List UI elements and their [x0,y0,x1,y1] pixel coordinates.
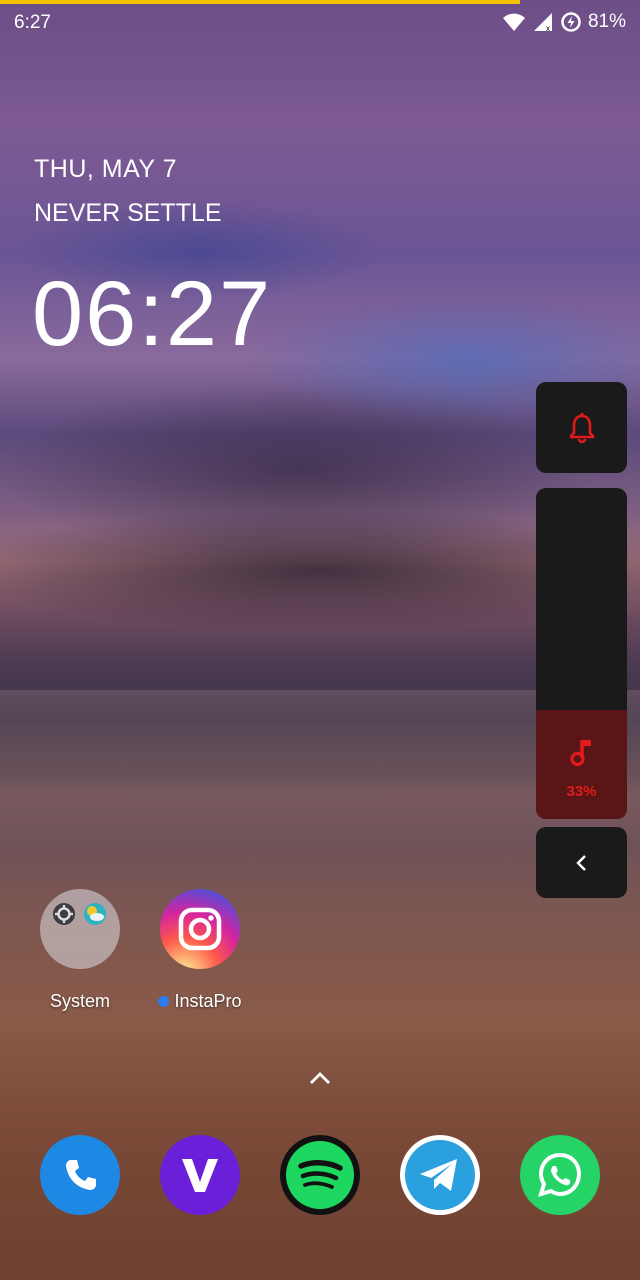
phone-icon [66,1160,96,1190]
volume-collapse-button[interactable] [536,827,627,898]
status-bar: 6:27 x 81% [0,0,640,44]
volume-percent: 33% [566,783,597,800]
dock-spotify[interactable] [280,1135,360,1215]
chevron-left-icon [575,854,586,871]
wifi-icon [502,13,525,31]
signal-icon: x [533,13,552,32]
battery-saver-icon [561,12,581,32]
lockscreen-clock[interactable]: 06:27 [32,262,272,367]
media-volume-slider[interactable]: 33% [536,488,627,819]
app-system-folder[interactable]: System [20,889,140,1012]
app-drawer-arrow-icon[interactable] [306,1068,334,1093]
new-install-dot [158,996,170,1007]
status-icons: x 81% [502,11,626,33]
app-label: InstaPro [140,991,260,1012]
ringer-mode-button[interactable] [536,382,627,473]
music-note-icon [536,737,627,769]
folder-icon [40,889,120,969]
v-icon [182,1159,218,1192]
dock-viper[interactable] [160,1135,240,1215]
battery-percent: 81% [587,11,626,32]
lockscreen-tagline: NEVER SETTLE [34,199,222,227]
dock-whatsapp[interactable] [520,1135,600,1215]
status-time: 6:27 [14,12,51,33]
whatsapp-icon [538,1152,582,1197]
spotify-icon [286,1141,354,1209]
app-label: System [49,991,110,1011]
svg-text:x: x [546,24,550,32]
telegram-icon [405,1140,475,1210]
instagram-icon [160,889,240,969]
dock-phone[interactable] [40,1135,120,1215]
app-instapro[interactable]: InstaPro [140,889,260,1012]
dock-telegram[interactable] [400,1135,480,1215]
lockscreen-date: THU, MAY 7 [34,155,177,183]
bell-icon [569,412,594,443]
